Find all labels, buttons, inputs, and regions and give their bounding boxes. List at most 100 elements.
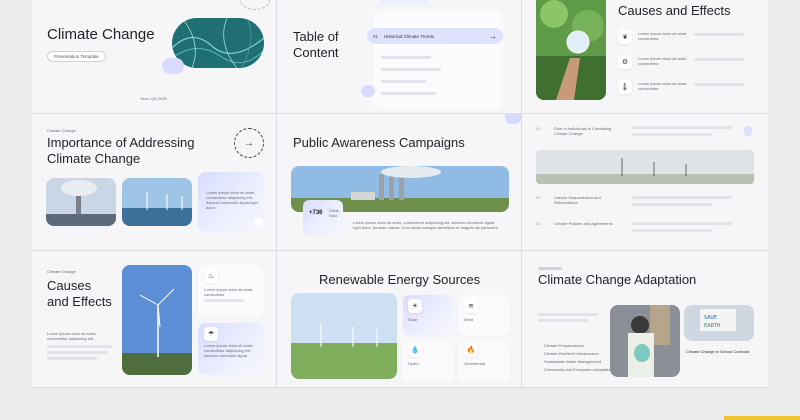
decor-blob [361,85,375,97]
protester-photo [610,305,680,377]
placeholder-line [694,33,744,36]
placeholder-line [632,126,732,129]
toc-item-label: Historical Climate Trends [384,33,435,39]
placeholder-line [632,222,732,225]
school-sign-photo: SAVE EARTH [684,305,754,341]
turbine-photo [122,265,192,375]
placeholder-line [632,203,712,206]
title-line-2: Content [293,45,339,60]
accent-bar [724,416,800,420]
title-line-2: and Effects [47,294,112,309]
stat-value: +736 [309,210,323,216]
hero-image [172,18,264,68]
hand-globe-photo [536,0,606,100]
flame-icon: 🔥 [464,343,478,357]
accent-line [538,267,562,270]
placeholder-line [204,299,244,302]
title-line-1: Causes [47,278,92,293]
slide-title: Climate Change [47,26,155,43]
slide-adaptation[interactable]: Climate Change Adaptation Climate Prepar… [522,251,768,388]
placeholder-line [538,319,588,322]
toc-number: 01 [373,33,379,39]
bullet-text: Lorem ipsum dolor sit amet, consectetur [638,56,688,66]
row-text: Carbon Sequestration and Reforestation [554,195,601,205]
arrow-button[interactable]: → [234,128,264,158]
wind-turbine-sea-photo [122,178,192,226]
svg-text:EARTH: EARTH [704,323,721,329]
card-text: Lorem ipsum dolor sit amet, consectetur … [206,190,258,210]
toc-item-active[interactable]: 01 Historical Climate Trends → [367,28,503,44]
slide-title: Public Awareness Campaigns [293,135,465,150]
list-item: Community and Ecosystem Adaptation [544,367,613,372]
kicker-label: Climate Change [47,128,76,133]
title-line-2: Climate Change [47,151,141,166]
placeholder-line [538,313,598,316]
decor-dot [254,218,262,226]
slide-climate-change[interactable]: Climate Change Presentation Template Yea… [32,0,277,114]
body-text: Lorem ipsum dolor sit amet, consectetur … [353,220,498,230]
toc-placeholder [381,92,436,95]
stat-label: Global Voice [329,209,340,218]
slide-causes-effects-turbine[interactable]: Climate Change Causes and Effects Lorem … [32,251,277,388]
slide-causes-effects-photo[interactable]: Causes and Effects ❦ Lorem ipsum dolor s… [522,0,768,114]
row-text: Role of Individuals in Combating Climate… [554,126,612,136]
water-drop-icon: 💧 [408,343,422,357]
arrow-right-icon: → [489,31,497,41]
row-marker [744,126,752,136]
slide-public-awareness[interactable]: Public Awareness Campaigns +736 Global V… [277,114,522,251]
decor-ring [240,0,270,10]
solar-label: Solar [408,317,418,322]
title-line-1: Importance of Addressing [47,135,195,150]
sun-icon: ☀ [408,299,422,313]
slide-grid: Climate Change Presentation Template Yea… [32,0,768,388]
row-number: 03 [536,221,541,226]
row-number: 01 [536,126,541,131]
placeholder-line [632,229,712,232]
slide-title: Climate Change Adaptation [538,272,697,287]
svg-text:SAVE: SAVE [704,315,717,321]
slide-importance[interactable]: Climate Change Importance of Addressing … [32,114,277,251]
smoke-icon: ♨ [204,269,218,283]
row-number: 02 [536,195,541,200]
wind-icon: ≋ [464,299,478,313]
slide-renewable-energy[interactable]: Renewable Energy Sources ☀ Solar ≋ Wind … [277,251,522,388]
slide-list-rows[interactable]: 01 Role of Individuals in Combating Clim… [522,114,768,251]
kicker-label: Climate Change [47,269,76,274]
thermometer-icon: 🌡 [618,80,632,94]
hydro-label: Hydro [408,361,419,366]
slide-table-of-content[interactable]: Table of Content 01 Historical Climate T… [277,0,522,114]
placeholder-line [47,351,107,354]
row-text: Climate Policies and Agreements [554,221,613,226]
toc-placeholder [381,56,431,59]
placeholder-line [694,83,744,86]
placeholder-line [632,196,732,199]
toc-panel [373,10,503,110]
turbine-field-photo [536,150,754,184]
year-label: Year / Q4 2025 [140,96,167,101]
placeholder-line [47,357,97,360]
list-item: Climate Preparedness [544,343,584,348]
card-text: Lorem ipsum dolor sit amet, consectetur [204,287,254,297]
toc-placeholder [381,68,441,71]
factory-icon: ⚙ [618,55,632,69]
decor-bar [379,0,429,4]
placeholder-line [694,58,744,61]
slide-title: Renewable Energy Sources [319,272,481,287]
bullet-text: Lorem ipsum dolor sit amet, consectetur [638,81,688,91]
storm-icon: ☂ [204,327,218,341]
decor-blob [505,114,521,124]
list-item: Sustainable Water Management [544,359,601,364]
decor-blob [162,58,184,74]
wind-label: Wind [464,317,474,322]
title-line-1: Table of [293,29,339,44]
arrow-right-icon: → [244,137,254,149]
list-item: Climate-Resilient Infrastructure [544,351,599,356]
green-field-turbines-photo [291,293,397,379]
placeholder-line [47,345,113,348]
placeholder-line [632,133,712,136]
bullet-text: Lorem ipsum dolor sit amet, consectetur [638,31,688,41]
geothermal-label: Geothermal [464,361,485,366]
body-text: Lorem ipsum dolor sit amet, consectetur … [47,331,97,341]
slide-title: Causes and Effects [618,3,731,18]
card-text: Lorem ipsum dolor sit amet, consectetur … [204,343,254,358]
